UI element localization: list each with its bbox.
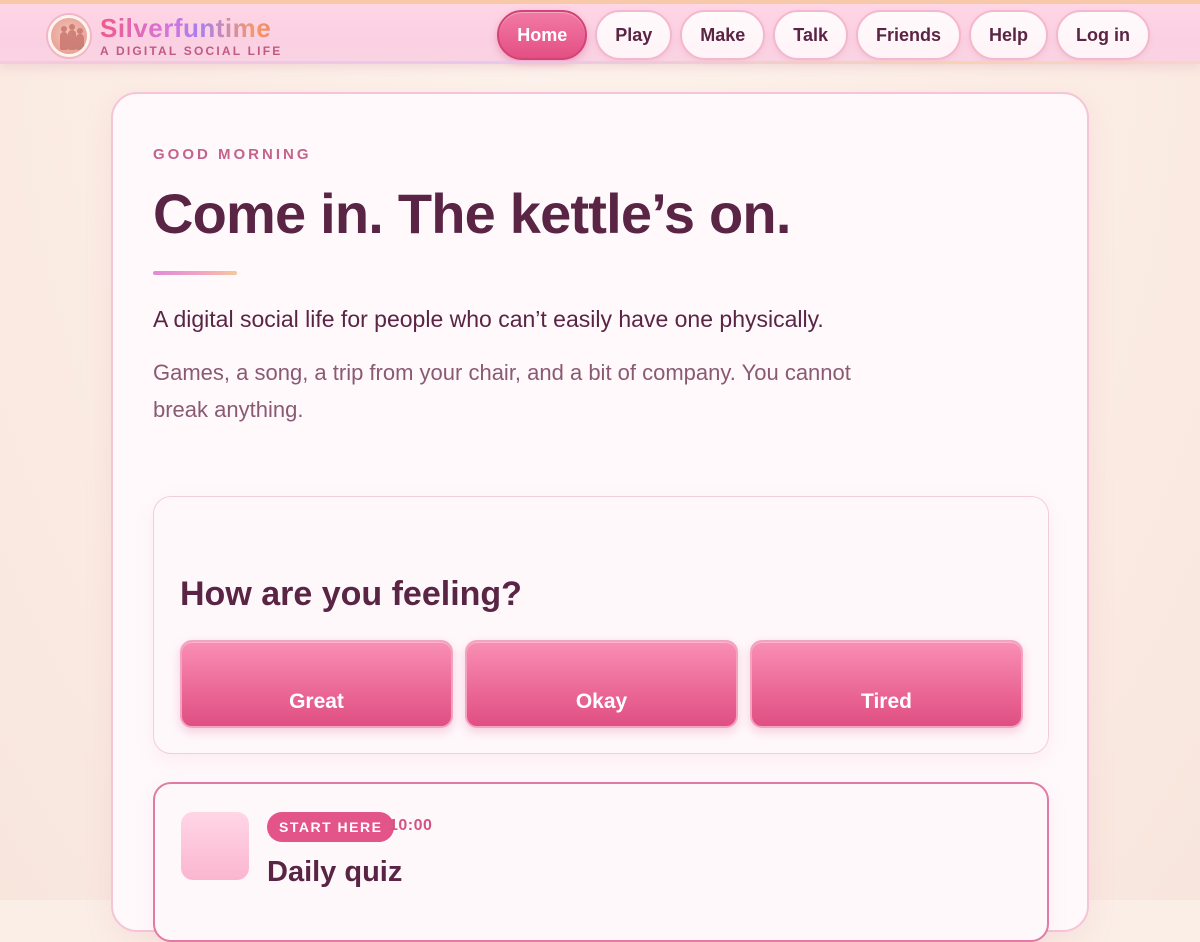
activity-title: Daily quiz	[267, 856, 403, 888]
mood-question: How are you feeling?	[180, 575, 522, 613]
people-logo-icon	[48, 15, 90, 57]
nav-make-button[interactable]: Make	[680, 10, 766, 60]
welcome-card: GOOD MORNING Come in. The kettle’s on. A…	[111, 92, 1089, 942]
activity-time: 10:00	[389, 817, 433, 834]
start-here-badge: START HERE	[267, 812, 395, 842]
mood-check-card: How are you feeling? Great Okay Tired	[153, 496, 1049, 754]
activity-card-daily-quiz[interactable]: START HERE 10:00 Daily quiz	[153, 782, 1049, 942]
brand-text: Silverfuntime A DIGITAL SOCIAL LIFE	[100, 14, 282, 58]
mood-okay-button[interactable]: Okay	[465, 640, 738, 728]
sub-text: Games, a song, a trip from your chair, a…	[153, 360, 851, 422]
lead-text: A digital social life for people who can…	[153, 306, 824, 332]
nav-help-button[interactable]: Help	[969, 10, 1049, 60]
mood-tired-button[interactable]: Tired	[750, 640, 1023, 728]
brand[interactable]: Silverfuntime A DIGITAL SOCIAL LIFE	[48, 10, 282, 62]
nav-home-button[interactable]: Home	[497, 10, 588, 60]
login-button[interactable]: Log in	[1056, 10, 1150, 60]
activity-thumbnail	[181, 812, 249, 880]
mood-great-button[interactable]: Great	[180, 640, 453, 728]
mood-options: Great Okay Tired	[180, 640, 1023, 728]
nav-talk-button[interactable]: Talk	[773, 10, 848, 60]
brand-tagline: A DIGITAL SOCIAL LIFE	[100, 44, 283, 58]
title-divider	[153, 271, 237, 275]
nav-play-button[interactable]: Play	[595, 10, 673, 60]
brand-name: Silverfuntime	[100, 14, 282, 42]
page-title: Come in. The kettle’s on.	[153, 182, 791, 245]
main-nav: Home Play Make Talk Friends Help Log in	[497, 10, 1150, 60]
greeting-eyebrow: GOOD MORNING	[153, 146, 312, 163]
top-navigation-bar: Silverfuntime A DIGITAL SOCIAL LIFE Home…	[0, 0, 1200, 64]
nav-friends-button[interactable]: Friends	[855, 10, 961, 60]
